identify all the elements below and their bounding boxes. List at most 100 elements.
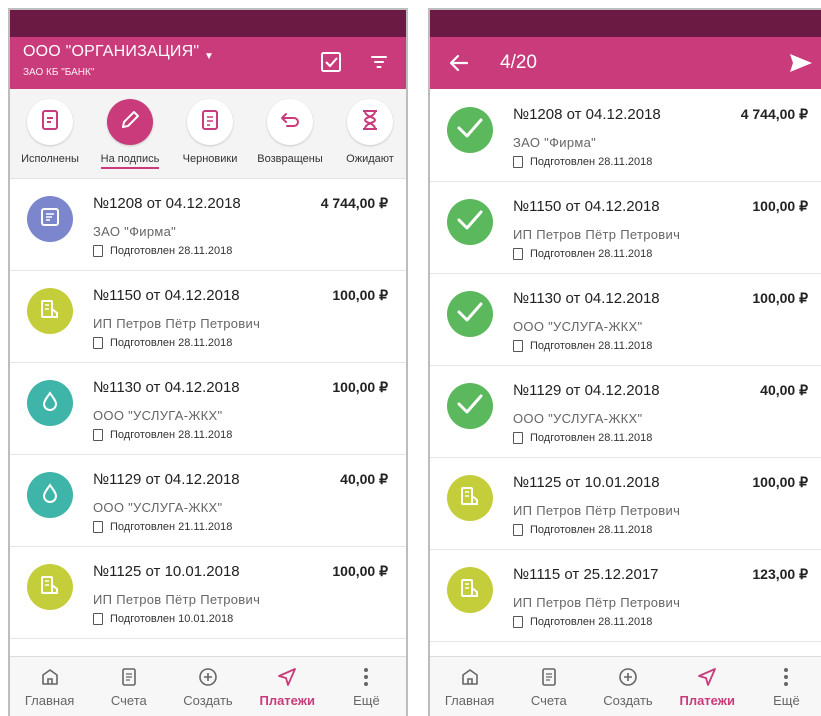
payments-list: №1208 от 04.12.2018 4 744,00 ₽ ЗАО "Фирма"… [430, 90, 821, 656]
payment-status-text: Подготовлен 28.11.2018 [530, 248, 653, 260]
filter-icon[interactable] [366, 49, 392, 75]
payment-row[interactable]: №1115 от 25.12.2017 123,00 ₽ ИП Петров Пёт… [430, 550, 821, 642]
filter-tab-label: На подпись [100, 153, 160, 169]
signed-counter: 4/20 [500, 52, 537, 73]
payment-recipient: ЗАО "Фирма" [513, 135, 597, 150]
payment-status-text: Подготовлен 28.11.2018 [110, 245, 233, 257]
payment-status-text: Подготовлен 10.01.2018 [110, 613, 234, 625]
payment-status: Подготовлен 28.11.2018 [513, 340, 652, 352]
payment-status: Подготовлен 28.11.2018 [93, 337, 232, 349]
check-icon [456, 301, 484, 328]
payment-row[interactable]: №1130 от 04.12.2018 100,00 ₽ ООО "УСЛУГА-Ж… [430, 274, 821, 366]
organization-title[interactable]: ООО "ОРГАНИЗАЦИЯ" [23, 43, 199, 61]
plus-circle-icon [588, 667, 667, 687]
filter-tab-1[interactable]: Исполнены [10, 99, 90, 167]
nav-item-1[interactable]: Главная [430, 657, 509, 716]
document-status-icon [93, 521, 103, 533]
payment-row[interactable]: №1125 от 10.01.2018 100,00 ₽ ИП Петров Пёт… [10, 547, 406, 639]
payment-row[interactable]: №1115 от 25.12.2017123,00 ₽ [10, 639, 406, 656]
payment-recipient: ИП Петров Пётр Петрович [93, 316, 261, 331]
payment-type-icon-bg [447, 383, 493, 429]
payment-row[interactable]: №1150 от 04.12.2018 100,00 ₽ ИП Петров Пёт… [430, 182, 821, 274]
payment-status: Подготовлен 10.01.2018 [93, 613, 233, 625]
plus-circle-icon [168, 667, 247, 687]
payment-recipient: ООО "УСЛУГА-ЖКХ" [513, 319, 643, 334]
building-icon [459, 577, 481, 604]
document-status-icon [513, 432, 523, 444]
document-status-icon [93, 337, 103, 349]
payment-number: №1208 от 04.12.2018 [513, 106, 661, 123]
document-status-icon [513, 156, 523, 168]
payment-row[interactable]: №1150 от 04.12.2018 100,00 ₽ ИП Петров Пёт… [10, 271, 406, 363]
payment-status-text: Подготовлен 21.11.2018 [110, 521, 233, 533]
nav-item-2[interactable]: Счета [89, 657, 168, 716]
nav-item-3[interactable]: Создать [168, 657, 247, 716]
nav-item-3[interactable]: Создать [588, 657, 667, 716]
filter-tab-button[interactable] [27, 99, 73, 145]
select-all-icon[interactable] [318, 49, 344, 75]
payment-type-icon-bg [27, 564, 73, 610]
filter-tab-3[interactable]: Черновики [170, 99, 250, 167]
nav-label: Счета [110, 693, 147, 708]
filter-tab-label: Черновики [182, 153, 238, 165]
invoice-icon [509, 667, 588, 687]
send-icon[interactable] [786, 49, 816, 77]
filter-tab-5[interactable]: Ожидают [330, 99, 406, 167]
status-bar [430, 10, 821, 37]
filter-tab-4[interactable]: Возвращены [250, 99, 330, 167]
payment-row[interactable]: №1208 от 04.12.2018 4 744,00 ₽ ЗАО "Фирма"… [10, 179, 406, 271]
payment-type-icon-bg [447, 567, 493, 613]
hourglass-icon [361, 109, 379, 136]
payment-type-icon-bg [447, 107, 493, 153]
payment-type-icon-bg [447, 291, 493, 337]
payment-type-icon-bg [447, 199, 493, 245]
document-status-icon [513, 616, 523, 628]
chevron-down-icon[interactable]: ▼ [204, 51, 214, 62]
nav-item-5[interactable]: Ещё [747, 657, 821, 716]
payment-status-text: Подготовлен 28.11.2018 [110, 429, 233, 441]
pen-icon [119, 109, 141, 136]
status-bar [10, 10, 406, 37]
document-status-icon [513, 340, 523, 352]
payment-status-text: Подготовлен 28.11.2018 [530, 432, 653, 444]
filter-tab-button[interactable] [347, 99, 393, 145]
payment-recipient: ИП Петров Пётр Петрович [93, 592, 261, 607]
filter-tab-button[interactable] [267, 99, 313, 145]
filter-tab-2[interactable]: На подпись [90, 99, 170, 169]
status-filter-tabs: Исполнены На подпись Черновики Возвращены Ож… [10, 89, 406, 179]
nav-item-4[interactable]: Платежи [248, 657, 327, 716]
payments-signing-screen: 4/20 №1208 от 04.12.2018 4 744,00 ₽ ЗАО "Ф… [428, 8, 821, 716]
nav-label: Платежи [679, 693, 735, 708]
app-header: 4/20 [430, 37, 821, 89]
nav-item-1[interactable]: Главная [10, 657, 89, 716]
payment-amount: 4 744,00 ₽ [740, 106, 808, 122]
payment-status: Подготовлен 28.11.2018 [513, 524, 652, 536]
filter-tab-label: Возвращены [257, 153, 323, 165]
payment-row[interactable]: №1130 от 04.12.2018 100,00 ₽ ООО "УСЛУГА-Ж… [10, 363, 406, 455]
nav-label: Ещё [773, 693, 800, 708]
nav-label: Платежи [259, 693, 315, 708]
payment-status-text: Подготовлен 28.11.2018 [530, 524, 653, 536]
nav-item-2[interactable]: Счета [509, 657, 588, 716]
payment-status-text: Подготовлен 28.11.2018 [110, 337, 233, 349]
send-icon [668, 667, 747, 687]
payment-status: Подготовлен 28.11.2018 [513, 248, 652, 260]
payment-row[interactable]: №1129 от 04.12.2018 40,00 ₽ ООО "УСЛУГА-ЖК… [430, 366, 821, 458]
payment-type-icon-bg [447, 475, 493, 521]
filter-tab-button[interactable] [187, 99, 233, 145]
filter-tab-button[interactable] [107, 99, 153, 145]
more-vertical-icon [747, 667, 821, 687]
return-arrow-icon [279, 110, 301, 135]
back-arrow-icon[interactable] [444, 49, 474, 77]
document-status-icon [93, 245, 103, 257]
payment-status-text: Подготовлен 28.11.2018 [530, 340, 653, 352]
payment-row[interactable]: №1125 от 10.01.2018 100,00 ₽ ИП Петров Пёт… [430, 458, 821, 550]
check-icon [456, 209, 484, 236]
payment-number: №1130 от 04.12.2018 [93, 379, 240, 396]
payment-number: №1129 от 04.12.2018 [513, 382, 660, 399]
nav-item-5[interactable]: Ещё [327, 657, 406, 716]
payment-row[interactable]: №1208 от 04.12.2018 4 744,00 ₽ ЗАО "Фирма"… [430, 90, 821, 182]
nav-item-4[interactable]: Платежи [668, 657, 747, 716]
payment-type-icon-bg [27, 472, 73, 518]
payment-row[interactable]: №1129 от 04.12.2018 40,00 ₽ ООО "УСЛУГА-ЖК… [10, 455, 406, 547]
